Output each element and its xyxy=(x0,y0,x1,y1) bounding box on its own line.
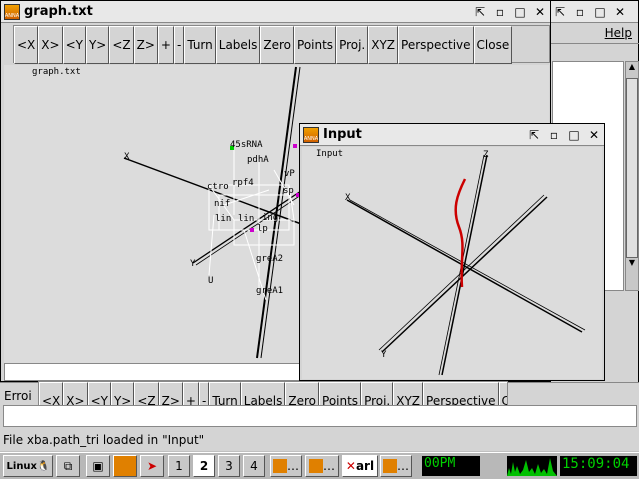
desktop-4[interactable]: 4 xyxy=(243,455,265,477)
x-axis-label: X xyxy=(345,193,351,203)
graph-perspective-button[interactable]: Perspective xyxy=(398,26,474,64)
task-x-app[interactable]: ✕ arl xyxy=(342,455,378,477)
clock-time: 15:09:04 xyxy=(560,456,637,476)
graph-window-title: graph.txt xyxy=(24,4,93,19)
graph-x-button[interactable]: X> xyxy=(38,26,63,64)
terminal-icon[interactable]: ▣ xyxy=(86,455,110,477)
close-icon[interactable]: ✕ xyxy=(610,3,630,21)
error-input-box[interactable] xyxy=(3,405,637,427)
y-axis-line xyxy=(192,188,305,264)
task-x-label: arl xyxy=(355,459,375,473)
task-anna-2[interactable]: … xyxy=(305,455,339,477)
task-anna-1[interactable]: … xyxy=(270,455,302,477)
input-canvas[interactable]: Input X Y Z xyxy=(302,147,602,379)
node-label: ctro xyxy=(207,182,229,192)
maximize-icon[interactable]: ⇱ xyxy=(550,3,570,21)
node-label: vP xyxy=(284,169,295,179)
input-window-titlebar: ANNA Input ⇱ ▫ □ ✕ xyxy=(300,124,604,146)
desktop-1[interactable]: 1 xyxy=(168,455,190,477)
scroll-thumb[interactable] xyxy=(626,78,638,258)
start-label: Linux xyxy=(6,460,38,472)
graph-y-button[interactable]: Y> xyxy=(85,26,110,64)
penguin-icon: 🐧 xyxy=(37,460,50,472)
graph-turn-button[interactable]: Turn xyxy=(184,26,216,64)
fish-icon[interactable]: ➤ xyxy=(140,455,164,477)
error-label: Erroi xyxy=(4,389,32,403)
node-label: sp xyxy=(283,186,294,196)
input-window-title: Input xyxy=(323,127,362,142)
node-label: pdhA xyxy=(247,155,269,165)
app-icon: ANNA xyxy=(4,3,20,20)
graph-z-button[interactable]: Z> xyxy=(133,26,158,64)
canvas-label: graph.txt xyxy=(32,67,81,77)
cpu-graph xyxy=(507,456,557,476)
graph-input-box[interactable] xyxy=(4,363,302,381)
node-label: nif xyxy=(214,199,230,209)
minimize-icon[interactable]: ▫ xyxy=(544,126,564,144)
right-window-titlebar: ⇱ ▫ □ ✕ xyxy=(550,1,638,23)
windows-switch-icon[interactable]: ⧉ xyxy=(56,455,80,477)
close-icon[interactable]: ✕ xyxy=(584,126,604,144)
node-label: lp xyxy=(257,224,268,234)
canvas-label: Input xyxy=(316,149,343,159)
y-axis-line xyxy=(381,196,548,353)
help-menu[interactable]: Help xyxy=(605,26,632,40)
node-marker xyxy=(250,228,254,232)
node-label: lin xyxy=(238,214,254,224)
input-window: ANNA Input ⇱ ▫ □ ✕ Input X Y Z xyxy=(299,123,605,381)
right-window-menubar: Help xyxy=(550,24,639,44)
maximize-icon[interactable]: ⇱ xyxy=(524,126,544,144)
desktop-2[interactable]: 2 xyxy=(193,455,215,477)
node-label: rpf4 xyxy=(232,178,254,188)
graph-labels-button[interactable]: Labels xyxy=(215,26,261,64)
minimize-icon[interactable]: ▫ xyxy=(570,3,590,21)
node-label: lin xyxy=(215,214,231,224)
z-axis-line xyxy=(441,154,488,376)
restore-icon[interactable]: □ xyxy=(590,3,610,21)
scrollbar[interactable]: ▲ ▼ xyxy=(625,61,639,291)
node-label: greA1 xyxy=(256,286,283,296)
clock-label: 00PM xyxy=(422,456,480,476)
graph-proj-button[interactable]: Proj. xyxy=(336,26,369,64)
graph-toolbar: <X X> <Y Y> <Z Z> + - Turn Labels Zero Points Proj. X… xyxy=(13,25,550,64)
maximize-icon[interactable]: ⇱ xyxy=(470,3,490,21)
desktop-3[interactable]: 3 xyxy=(218,455,240,477)
graph-xyz-button[interactable]: XYZ xyxy=(368,26,399,64)
graph-zero-button[interactable]: Zero xyxy=(260,26,295,64)
task-anna-3[interactable]: … xyxy=(380,455,412,477)
start-button[interactable]: Linux 🐧 xyxy=(3,455,53,477)
x-axis-line-b xyxy=(349,199,586,331)
node-label: 45sRNA xyxy=(230,140,263,150)
app-launch-icon[interactable] xyxy=(113,455,137,477)
cpu-graph-svg xyxy=(507,458,557,476)
node-marker xyxy=(293,144,297,148)
graph--button[interactable]: + xyxy=(157,26,174,64)
restore-icon[interactable]: □ xyxy=(564,126,584,144)
graph-window-titlebar: ANNA graph.txt ⇱ ▫ □ ✕ xyxy=(1,1,550,23)
graph-close-button[interactable]: Close xyxy=(473,26,513,64)
graph-y-button[interactable]: <Y xyxy=(62,26,86,64)
status-text: File xba.path_tri loaded in "Input" xyxy=(3,433,205,447)
bottom-panel: Erroi <X X> <Y Y> <Z Z> + - Turn Labels Zero Points… xyxy=(0,381,639,430)
x-axis-label: X xyxy=(124,152,130,162)
minimize-icon[interactable]: ▫ xyxy=(490,3,510,21)
node-label: ing xyxy=(262,213,278,223)
node-label: greA2 xyxy=(256,254,283,264)
status-bar: File xba.path_tri loaded in "Input" xyxy=(0,430,639,451)
z-axis-label: Z xyxy=(483,150,489,160)
graph-z-button[interactable]: <Z xyxy=(109,26,134,64)
close-icon[interactable]: ✕ xyxy=(530,3,550,21)
restore-icon[interactable]: □ xyxy=(510,3,530,21)
scroll-up-arrow[interactable]: ▲ xyxy=(626,62,638,76)
app-icon: ANNA xyxy=(303,126,319,143)
graph--button[interactable]: - xyxy=(173,26,185,64)
graph-x-button[interactable]: <X xyxy=(14,26,39,64)
graph-points-button[interactable]: Points xyxy=(294,26,337,64)
x-icon: ✕ xyxy=(345,459,356,473)
scroll-down-arrow[interactable]: ▼ xyxy=(626,258,638,272)
y-axis-label: Y xyxy=(381,350,387,360)
u-axis-label: U xyxy=(208,276,213,286)
input-plot[interactable]: Input X Y Z xyxy=(302,147,602,379)
y-axis-label: Y xyxy=(190,259,196,269)
